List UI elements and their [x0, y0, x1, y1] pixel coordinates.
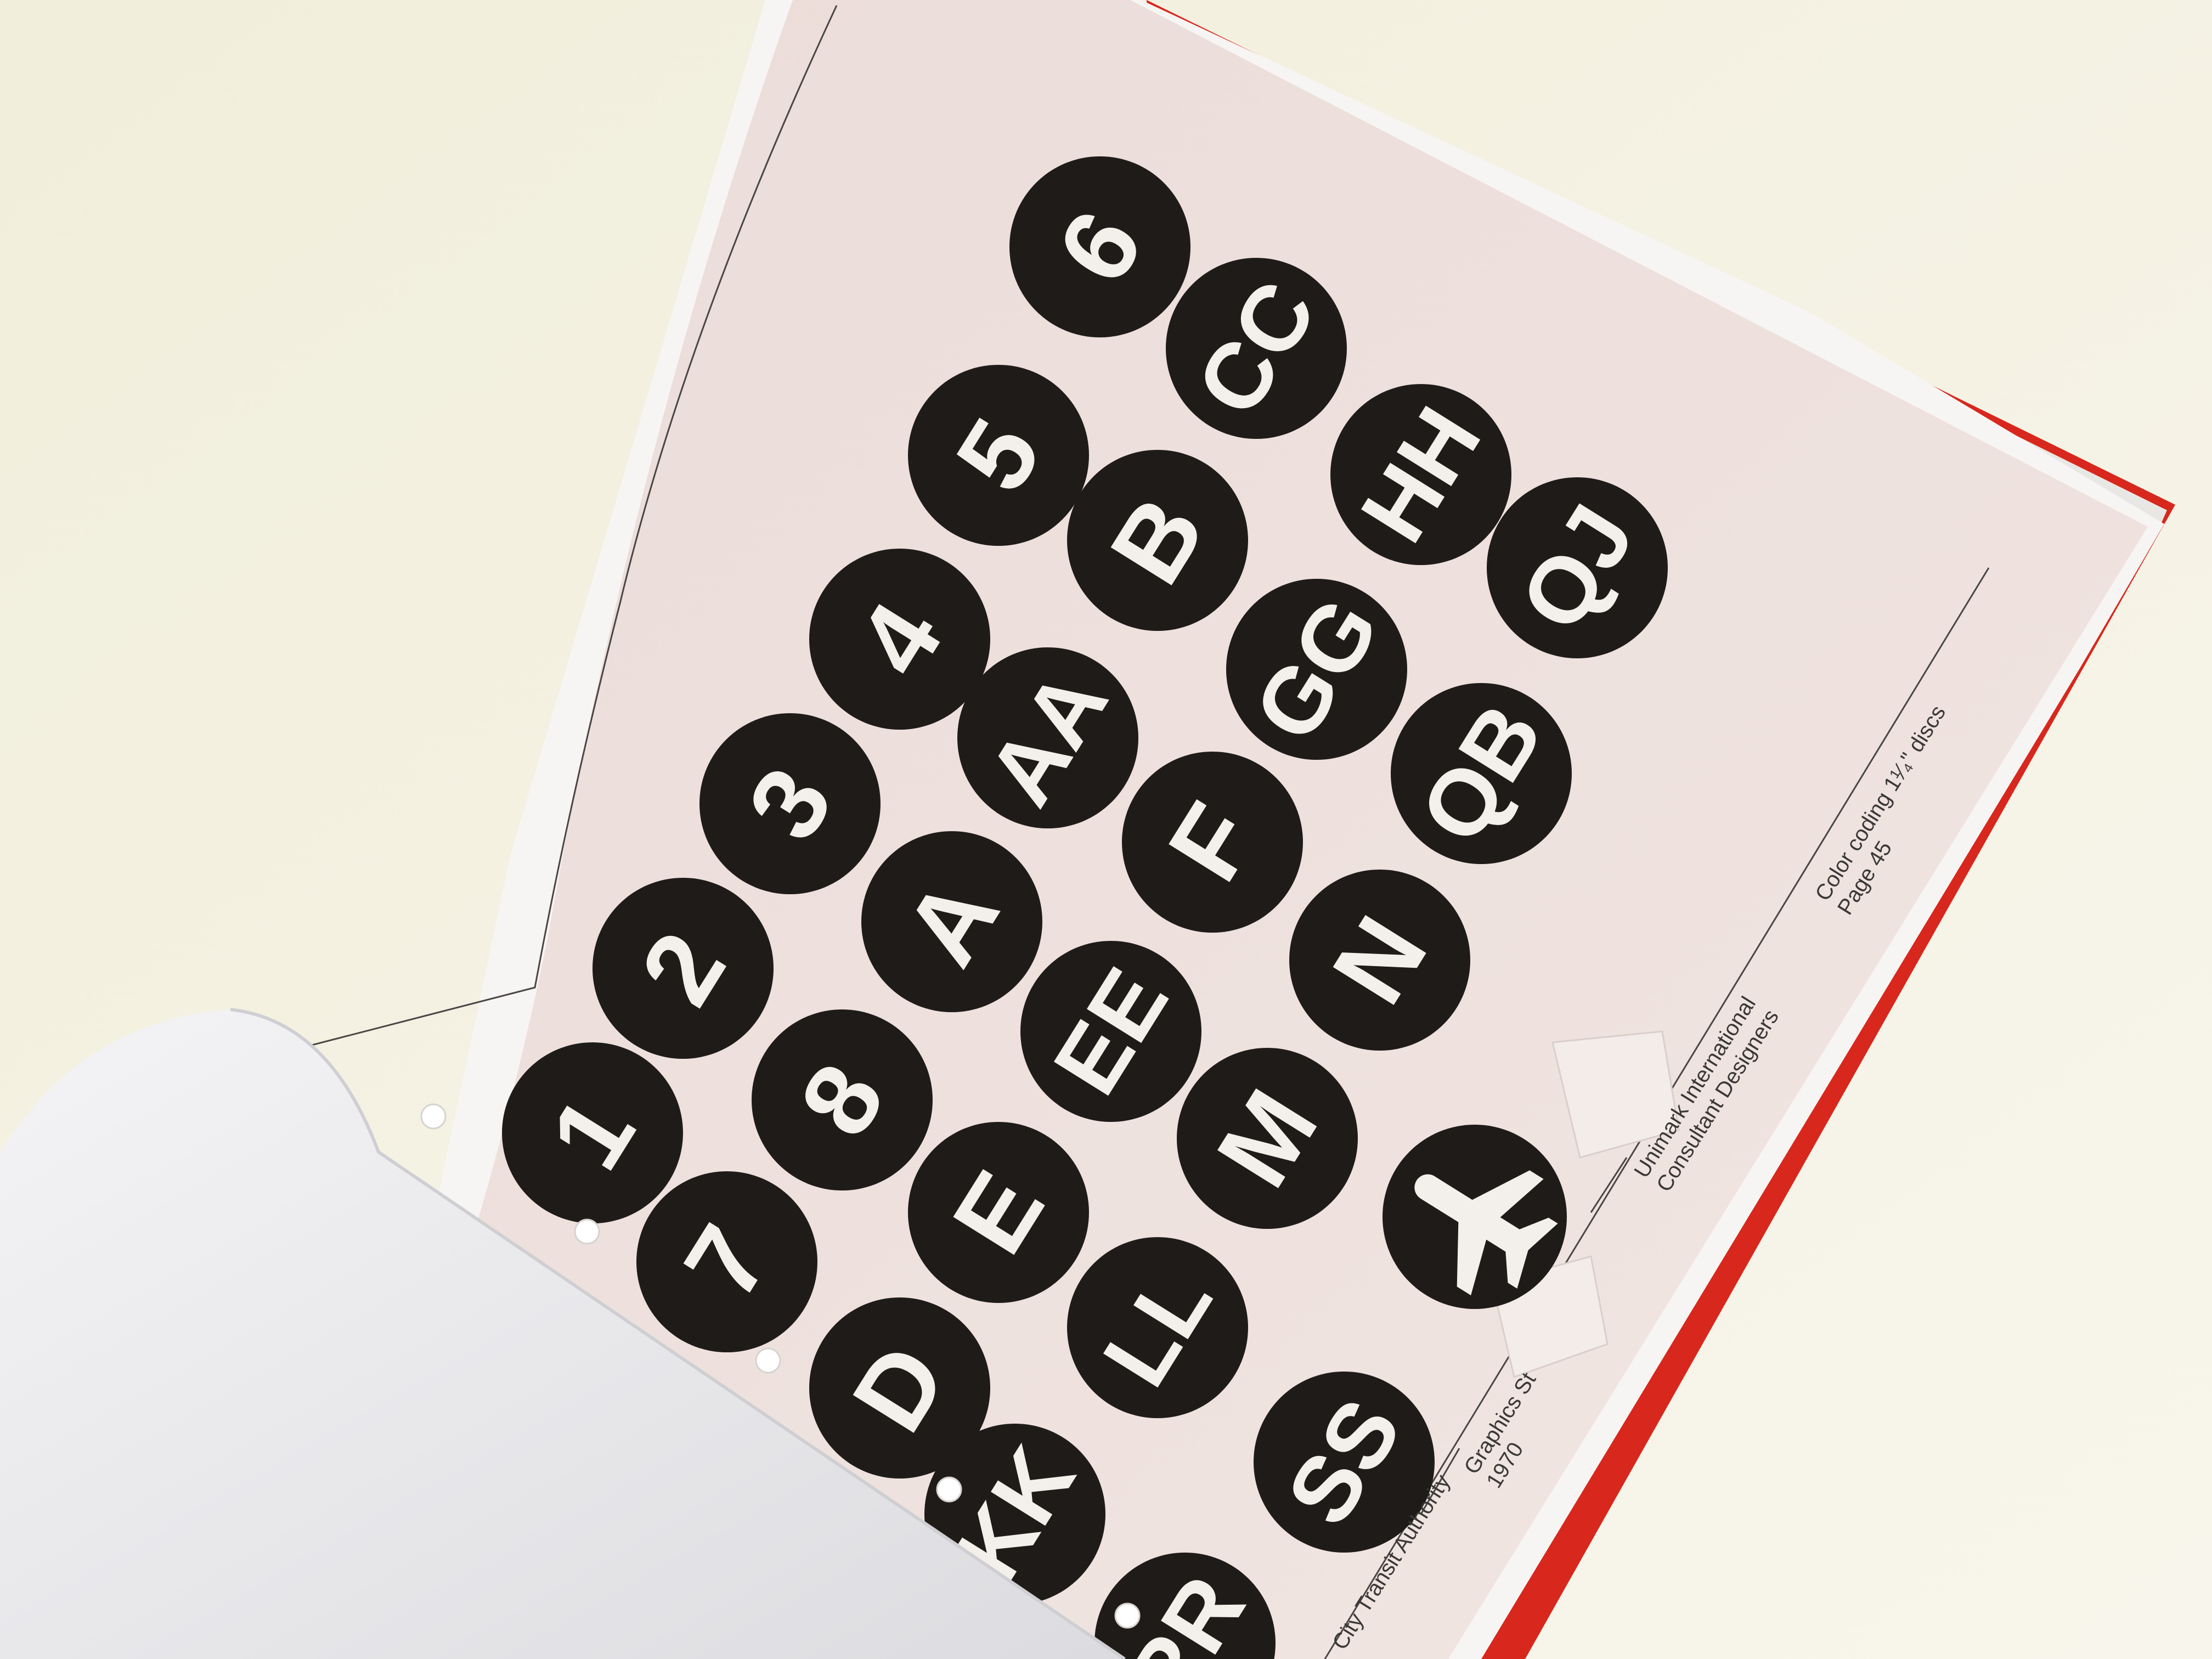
route-disc: GG — [1226, 579, 1407, 760]
route-disc: LL — [1067, 1237, 1248, 1418]
route-disc: EE — [1020, 941, 1201, 1122]
route-disc: E — [908, 1122, 1089, 1303]
route-disc: N — [1289, 870, 1470, 1051]
route-disc: CC — [1166, 258, 1347, 439]
route-disc: 8 — [752, 1009, 933, 1190]
route-disc: B — [1067, 450, 1248, 631]
route-disc: AA — [957, 647, 1138, 828]
route-disc: 6 — [1009, 156, 1190, 337]
route-disc: F — [1122, 752, 1303, 933]
binder-hole — [936, 1476, 962, 1503]
route-disc: 3 — [699, 713, 881, 894]
route-disc: M — [1177, 1048, 1358, 1229]
binder-hole — [1114, 1602, 1141, 1629]
photo-scene: 12345678AAABCCDEEEFGGHHKKLLMNQBQJRRSS Un… — [0, 0, 2212, 1659]
route-disc: 1 — [502, 1042, 683, 1223]
binder-hole — [420, 1103, 447, 1130]
route-disc: A — [861, 831, 1042, 1012]
binder-hole — [574, 1218, 600, 1245]
route-disc: 5 — [908, 365, 1089, 546]
route-disc: 4 — [809, 549, 990, 730]
route-disc: QB — [1391, 683, 1572, 864]
route-disc: 7 — [636, 1171, 817, 1352]
route-disc: 2 — [592, 878, 774, 1059]
route-disc: HH — [1330, 384, 1511, 565]
route-disc: QJ — [1487, 477, 1668, 658]
binder-hole — [755, 1347, 781, 1374]
